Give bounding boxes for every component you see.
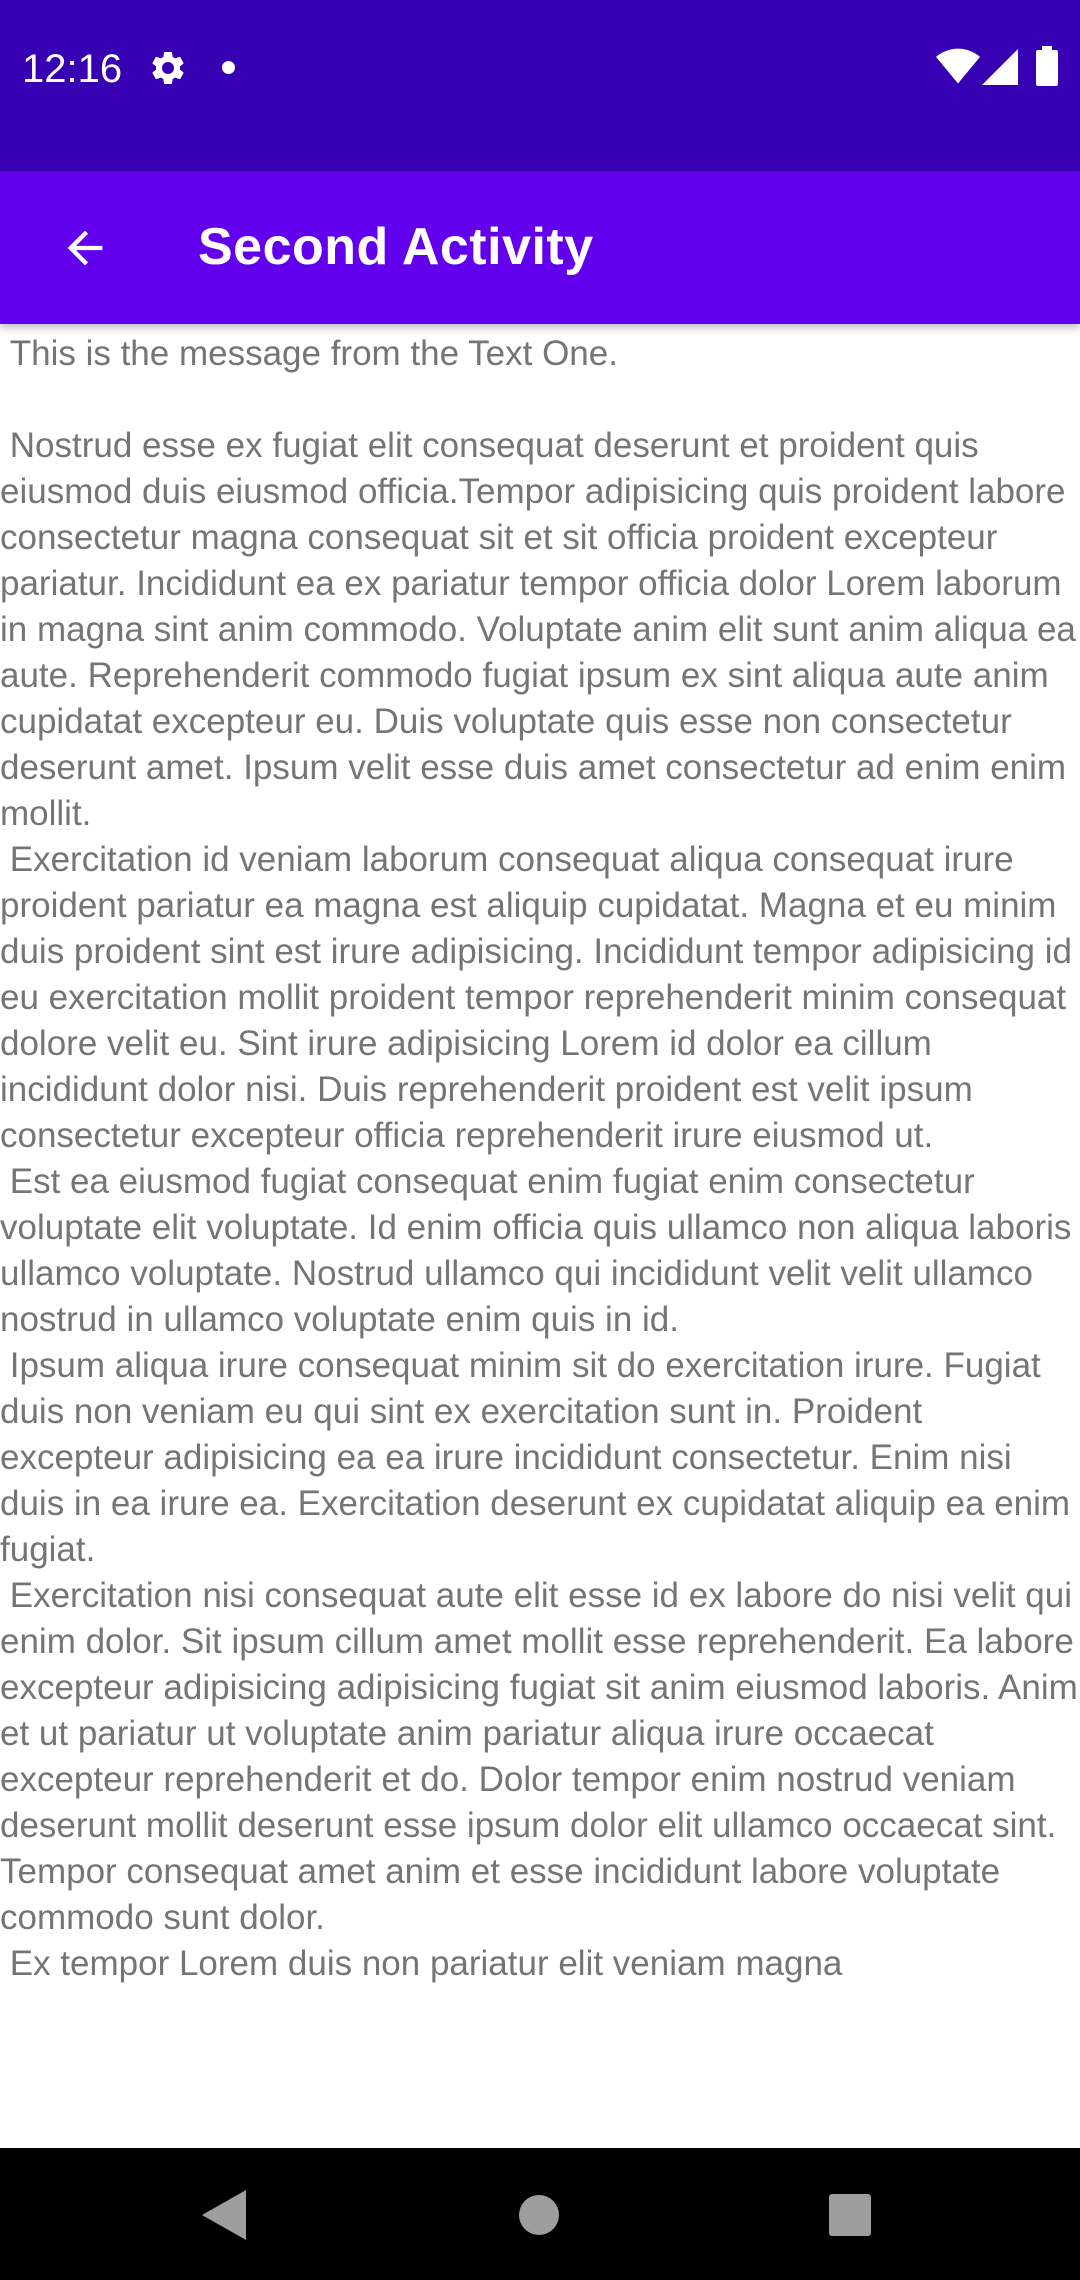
screen: 12:16 Second Activity This is the messag… (0, 0, 1080, 2280)
message-text: This is the message from the Text One. N… (0, 334, 1078, 1983)
nav-back-icon[interactable] (202, 2190, 246, 2240)
gear-icon (152, 51, 184, 84)
notification-dot-icon (222, 61, 235, 74)
wifi-icon (936, 48, 980, 84)
back-button[interactable] (30, 193, 140, 303)
message-scroll-view[interactable]: This is the message from the Text One. N… (0, 324, 1080, 2148)
navigation-bar (0, 2148, 1080, 2280)
signal-icon (982, 49, 1018, 85)
nav-home-icon[interactable] (518, 2194, 560, 2236)
status-time: 12:16 (22, 47, 123, 91)
page-title: Second Activity (198, 218, 594, 276)
app-bar: Second Activity (0, 171, 1080, 324)
battery-icon (1036, 46, 1058, 86)
nav-recents-icon[interactable] (829, 2194, 871, 2236)
status-bar: 12:16 (0, 0, 1080, 171)
arrow-left-icon (67, 230, 103, 266)
